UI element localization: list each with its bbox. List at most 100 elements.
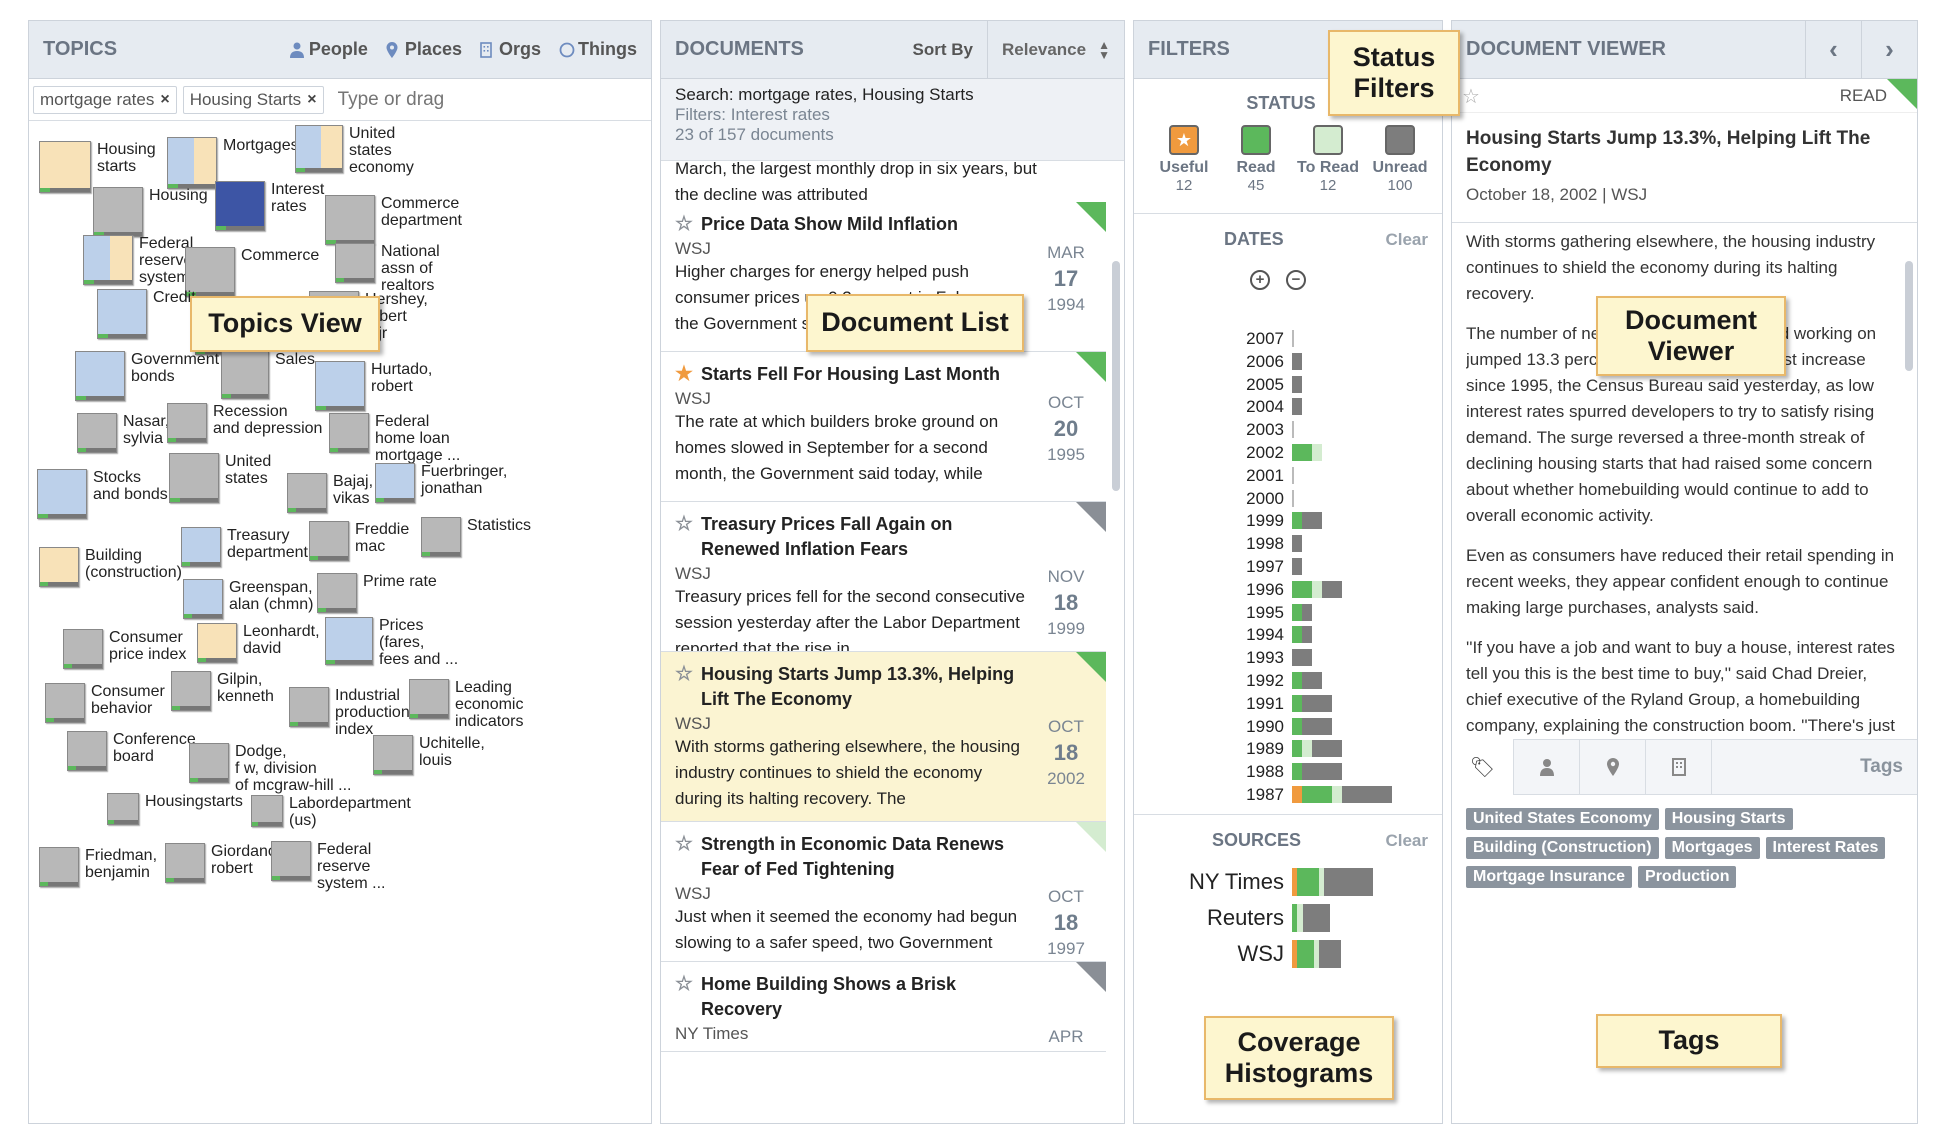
document-item[interactable]: ☆ Strength in Economic Data Renews Fear o…	[661, 822, 1106, 962]
topic-item[interactable]: Stocks and bonds	[37, 469, 168, 519]
topic-item[interactable]: Consumer behavior	[45, 683, 165, 723]
topic-item[interactable]: National assn of realtors	[335, 243, 440, 294]
topic-item[interactable]: Building (construction)	[39, 547, 182, 587]
search-chip[interactable]: mortgage rates ×	[33, 85, 177, 114]
document-item[interactable]: ☆ Treasury Prices Fall Again on Renewed I…	[661, 502, 1106, 652]
topic-item[interactable]: Interest rates	[215, 181, 324, 231]
viewer-star-icon[interactable]: ☆	[1462, 84, 1480, 109]
person-icon[interactable]	[1514, 739, 1580, 795]
topic-item[interactable]: Hurtado, robert	[315, 361, 432, 411]
topic-item[interactable]: United states economy	[295, 125, 414, 176]
star-icon[interactable]: ☆	[675, 972, 693, 997]
topic-item[interactable]: Freddie mac	[309, 521, 409, 561]
topic-item[interactable]: Gilpin, kenneth	[171, 671, 274, 711]
topic-item[interactable]: Prime rate	[317, 573, 437, 613]
topic-category-places[interactable]: Places	[386, 39, 462, 60]
viewer-scrollbar[interactable]	[1905, 261, 1913, 371]
topic-item[interactable]: Credit	[97, 289, 196, 339]
topic-tile-bar	[374, 770, 382, 774]
document-item[interactable]: ☆ Housing Starts Jump 13.3%, Helping Lift…	[661, 652, 1106, 822]
status-filter-useful[interactable]: ★ Useful 12	[1152, 125, 1216, 194]
topic-tile-bar	[258, 822, 282, 826]
topic-tile	[215, 181, 265, 231]
document-item[interactable]: ★ Starts Fell For Housing Last Month WSJ Th…	[661, 352, 1106, 502]
topic-category-orgs[interactable]: Orgs	[480, 39, 541, 60]
prev-doc-button[interactable]: ‹	[1805, 21, 1861, 79]
document-item[interactable]: ☆ Home Building Shows a Brisk Recovery NY …	[661, 962, 1106, 1052]
topic-item[interactable]: Treasury department	[181, 527, 308, 567]
sources-histogram[interactable]: NY Times Reuters WSJ	[1134, 868, 1442, 978]
topic-category-things[interactable]: Things	[559, 39, 637, 60]
star-filled-icon[interactable]: ★	[675, 362, 693, 387]
topic-item[interactable]: Commerce	[185, 247, 319, 297]
sources-clear-button[interactable]: Clear	[1385, 831, 1428, 851]
doc-list-scrollbar[interactable]	[1112, 261, 1120, 491]
topic-item[interactable]: Industrial production index	[289, 687, 410, 738]
star-icon[interactable]: ☆	[675, 662, 693, 687]
topic-item[interactable]: United states	[169, 453, 271, 503]
topic-item[interactable]: Federal reserve system	[83, 235, 193, 286]
topic-item[interactable]: Housingstarts	[107, 793, 243, 825]
topic-category-people[interactable]: People	[289, 39, 368, 60]
topic-item[interactable]: Federal reserve system ...	[271, 841, 385, 892]
close-icon[interactable]: ×	[307, 91, 316, 109]
topic-item[interactable]: Housing	[93, 187, 208, 237]
tag-chip[interactable]: Mortgages	[1664, 837, 1760, 859]
next-doc-button[interactable]: ›	[1861, 21, 1917, 79]
tag-chip[interactable]: United States Economy	[1466, 808, 1659, 830]
topic-tile-bar	[172, 706, 180, 710]
topic-item[interactable]: Bajaj, vikas	[287, 473, 373, 513]
topic-item[interactable]: Nasar, sylvia	[77, 413, 169, 453]
sort-select[interactable]: Relevance ▲ ▼	[986, 21, 1110, 79]
topic-tile-bar	[184, 614, 192, 618]
topic-item[interactable]: Government bonds	[75, 351, 219, 401]
doc-day: 17	[1053, 266, 1079, 291]
chip-label: mortgage rates	[40, 89, 155, 109]
topic-item[interactable]: Dodge, f w, division of mcgraw-hill ...	[189, 743, 351, 794]
tag-chip[interactable]: Production	[1638, 866, 1737, 888]
topic-item[interactable]: Consumer price index	[63, 629, 186, 669]
topic-item[interactable]: Sales	[221, 351, 315, 399]
status-filter-to-read[interactable]: To Read 12	[1296, 125, 1360, 194]
tag-chip[interactable]: Housing Starts	[1664, 808, 1793, 830]
tag-icon[interactable]: 🏷	[1452, 739, 1514, 795]
topic-item[interactable]: Recession and depression	[167, 403, 322, 443]
tag-chip[interactable]: Mortgage Insurance	[1466, 866, 1633, 888]
topic-label: Prime rate	[363, 573, 437, 590]
topic-item[interactable]: Housing starts	[39, 141, 156, 193]
topic-item[interactable]: Leading economic indicators	[409, 679, 523, 730]
topic-item[interactable]: Leonhardt, david	[197, 623, 320, 663]
topic-tile-bar	[343, 278, 374, 282]
building-icon[interactable]	[1646, 739, 1712, 795]
star-icon[interactable]: ☆	[675, 512, 693, 537]
dates-histogram[interactable]: 2007 2006 2005 2004 2003 2002 2001 2000 1999 1998…	[1134, 330, 1442, 810]
topic-item[interactable]: Giordano, robert	[165, 843, 281, 883]
topic-search-input[interactable]	[337, 88, 538, 111]
callout-status-filters: Status Filters	[1328, 30, 1460, 116]
topic-item[interactable]: Federal home loan mortgage ...	[329, 413, 460, 464]
topic-item[interactable]: Conference board	[67, 731, 196, 771]
zoom-in-icon[interactable]: +	[1250, 270, 1270, 290]
topic-item[interactable]: Statistics	[421, 517, 531, 557]
status-filter-read[interactable]: Read 45	[1224, 125, 1288, 194]
status-filter-unread[interactable]: Unread 100	[1368, 125, 1432, 194]
star-icon[interactable]: ☆	[675, 212, 693, 237]
zoom-out-icon[interactable]: −	[1286, 270, 1306, 290]
topic-tile	[325, 617, 373, 665]
topic-item[interactable]: Friedman, benjamin	[39, 847, 157, 887]
map-pin-icon[interactable]	[1580, 739, 1646, 795]
topic-item[interactable]: Greenspan, alan (chmn)	[183, 579, 313, 619]
topic-item[interactable]: Commerce department	[325, 195, 462, 245]
tag-chip[interactable]: Interest Rates	[1765, 837, 1886, 859]
close-icon[interactable]: ×	[160, 91, 169, 109]
topic-item[interactable]: Uchitelle, louis	[373, 735, 485, 775]
star-icon[interactable]: ☆	[675, 832, 693, 857]
topic-item[interactable]: Prices (fares, fees and ...	[325, 617, 458, 668]
topic-item[interactable]: Fuerbringer, jonathan	[375, 463, 507, 503]
search-chip[interactable]: Housing Starts ×	[182, 85, 324, 114]
date-bar-unread	[1302, 672, 1322, 689]
dates-clear-button[interactable]: Clear	[1385, 230, 1428, 250]
topic-tile-bar	[71, 664, 102, 668]
topic-item[interactable]: Labordepartment (us)	[251, 795, 411, 829]
tag-chip[interactable]: Building (Construction)	[1466, 837, 1659, 859]
